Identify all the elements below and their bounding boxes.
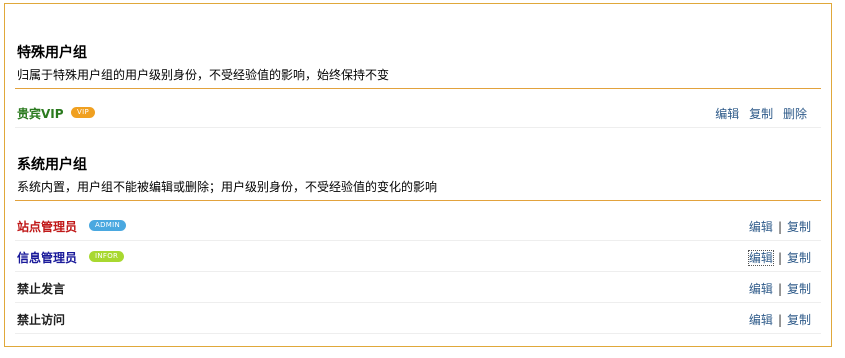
edit-link[interactable]: 编辑 (715, 107, 739, 121)
group-row-vip: 贵宾VIP VIP 编辑 复制 删除 (15, 97, 821, 128)
infor-badge-icon: INFOR (89, 251, 125, 262)
special-groups-description: 归属于特殊用户组的用户级别身份，不受经验值的影响，始终保持不变 (17, 68, 390, 82)
group-row-admin: 站点管理员 ADMIN 编辑 | 复制 (15, 210, 821, 241)
system-groups-divider (15, 200, 821, 201)
user-groups-panel: 特殊用户组 归属于特殊用户组的用户级别身份，不受经验值的影响，始终保持不变 贵宾… (4, 3, 832, 347)
separator: | (777, 220, 782, 234)
system-groups-title: 系统用户组 (17, 157, 87, 173)
group-name-admin[interactable]: 站点管理员 (17, 218, 77, 235)
separator: | (777, 282, 782, 296)
mute-actions: 编辑 | 复制 (749, 280, 811, 297)
copy-link[interactable]: 复制 (787, 313, 811, 327)
group-name-mute[interactable]: 禁止发言 (17, 280, 65, 297)
special-groups-divider (15, 88, 821, 89)
group-name-vip[interactable]: 贵宾VIP (17, 105, 64, 122)
edit-link[interactable]: 编辑 (749, 313, 773, 327)
system-groups-description: 系统内置，用户组不能被编辑或删除；用户级别身份，不受经验值的变化的影响 (17, 180, 438, 194)
copy-link[interactable]: 复制 (787, 282, 811, 296)
group-row-ban: 禁止访问 编辑 | 复制 (15, 303, 821, 334)
separator: | (777, 313, 782, 327)
vip-actions: 编辑 复制 删除 (715, 105, 807, 122)
group-name-ban[interactable]: 禁止访问 (17, 311, 65, 328)
special-groups-title: 特殊用户组 (17, 45, 87, 61)
delete-link[interactable]: 删除 (783, 107, 807, 121)
vip-badge-icon: VIP (71, 107, 95, 118)
copy-link[interactable]: 复制 (787, 251, 811, 265)
separator: | (777, 251, 782, 265)
edit-link[interactable]: 编辑 (749, 282, 773, 296)
copy-link[interactable]: 复制 (749, 107, 773, 121)
copy-link[interactable]: 复制 (787, 220, 811, 234)
ban-actions: 编辑 | 复制 (749, 311, 811, 328)
group-row-mute: 禁止发言 编辑 | 复制 (15, 272, 821, 303)
infor-actions: 编辑 | 复制 (747, 249, 811, 266)
group-row-infor: 信息管理员 INFOR 编辑 | 复制 (15, 241, 821, 272)
edit-link[interactable]: 编辑 (747, 250, 774, 266)
admin-actions: 编辑 | 复制 (749, 218, 811, 235)
group-name-infor[interactable]: 信息管理员 (17, 249, 77, 266)
edit-link[interactable]: 编辑 (749, 220, 773, 234)
admin-badge-icon: ADMIN (89, 220, 127, 231)
